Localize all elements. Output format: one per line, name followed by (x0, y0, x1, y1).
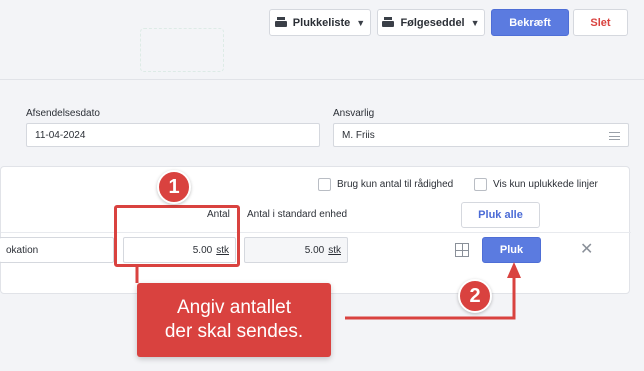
printer-icon (382, 17, 395, 28)
chevron-down-icon: ▼ (356, 17, 366, 28)
picklist-button[interactable]: Plukkeliste ▼ (269, 9, 371, 36)
instruction-callout: Angiv antallet der skal sendes. (137, 283, 331, 357)
chevron-down-icon: ▼ (470, 17, 480, 28)
grid-icon[interactable] (455, 243, 469, 257)
row-divider (1, 232, 631, 233)
pick-button[interactable]: Pluk (482, 237, 541, 263)
location-field[interactable]: okation (0, 237, 114, 263)
shipment-form: Afsendelsesdato 11-04-2024 Ansvarlig M. … (0, 96, 644, 160)
location-text: okation (6, 244, 39, 256)
std-quantity-value: 5.00 (304, 244, 325, 256)
step-badge-1: 1 (157, 170, 191, 204)
callout-line-1: Angiv antallet (176, 297, 292, 318)
list-icon (609, 132, 620, 140)
faded-panel (140, 28, 224, 72)
confirm-button[interactable]: Bekræft (491, 9, 569, 36)
callout-line-2: der skal sendes. (164, 321, 304, 342)
column-header-quantity: Antal (207, 209, 230, 220)
quantity-unit[interactable]: stk (216, 245, 229, 256)
delete-button[interactable]: Slet (573, 9, 628, 36)
column-header-std-quantity: Antal i standard enhed (247, 209, 348, 220)
printer-icon (274, 17, 287, 28)
checkbox-box[interactable] (318, 178, 331, 191)
step-badge-2: 2 (458, 279, 492, 313)
ship-date-value: 11-04-2024 (35, 129, 86, 141)
pick-all-button[interactable]: Pluk alle (461, 202, 540, 228)
quantity-input[interactable]: 5.00 stk (123, 237, 236, 263)
responsible-label: Ansvarlig (333, 108, 375, 119)
responsible-value: M. Friis (342, 129, 375, 141)
checkbox-box[interactable] (474, 178, 487, 191)
top-toolbar: Plukkeliste ▼ Følgeseddel ▼ Bekræft Slet (0, 0, 644, 80)
order-lines-card: Brug kun antal til rådighed Vis kun uplu… (0, 166, 631, 294)
std-quantity-field: 5.00 stk (244, 237, 348, 263)
show-unpicked-label: Vis kun uplukkede linjer (493, 179, 598, 190)
picklist-label: Plukkeliste (292, 16, 351, 29)
responsible-select[interactable]: M. Friis (333, 123, 629, 147)
only-available-checkbox[interactable]: Brug kun antal til rådighed (318, 178, 453, 191)
ship-date-label: Afsendelsesdato (26, 108, 100, 119)
delivery-note-button[interactable]: Følgeseddel ▼ (377, 9, 485, 36)
close-icon[interactable]: ✕ (580, 242, 593, 258)
std-quantity-unit: stk (328, 244, 341, 256)
quantity-value: 5.00 (192, 244, 213, 256)
ship-date-field[interactable]: 11-04-2024 (26, 123, 320, 147)
delivery-note-label: Følgeseddel (400, 16, 465, 29)
only-available-label: Brug kun antal til rådighed (337, 179, 454, 190)
show-unpicked-checkbox[interactable]: Vis kun uplukkede linjer (474, 178, 598, 191)
